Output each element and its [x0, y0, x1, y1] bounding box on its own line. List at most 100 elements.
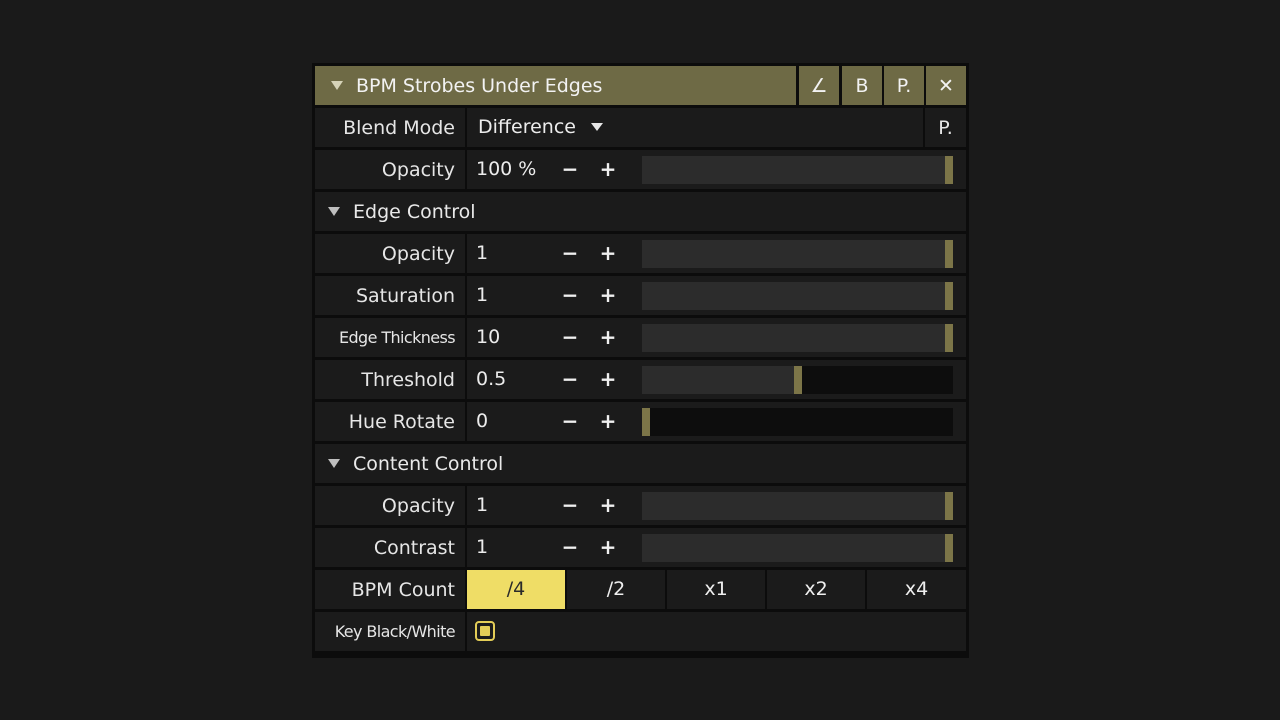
- slider-handle[interactable]: [642, 408, 650, 436]
- effect-panel: BPM Strobes Under Edges ∠ B P. ✕ Blend M…: [312, 63, 969, 658]
- saturation-minus-button[interactable]: −: [560, 276, 580, 315]
- key-bw-checkbox[interactable]: [475, 621, 495, 641]
- threshold-slider[interactable]: [642, 366, 953, 394]
- layer-opacity-plus-button[interactable]: +: [598, 150, 618, 189]
- blend-mode-value[interactable]: Difference: [478, 108, 576, 147]
- slider-fill: [642, 534, 945, 562]
- layer-opacity-slider[interactable]: [642, 156, 953, 184]
- hue-rotate-slider[interactable]: [642, 408, 953, 436]
- bpm-option-x1[interactable]: x1: [667, 570, 765, 609]
- preset-button[interactable]: P.: [884, 66, 924, 105]
- slider-fill: [642, 240, 945, 268]
- bypass-button-label: B: [855, 74, 869, 97]
- layer-opacity-label: Opacity: [315, 150, 465, 189]
- layer-opacity-control: 100 % − +: [467, 150, 966, 189]
- edge-opacity-slider[interactable]: [642, 240, 953, 268]
- blend-mode-preset-button[interactable]: P.: [925, 108, 966, 147]
- close-button[interactable]: ✕: [926, 66, 966, 105]
- edge-opacity-control: 1 − +: [467, 234, 966, 273]
- slider-handle[interactable]: [945, 492, 953, 520]
- collapse-triangle-icon[interactable]: [328, 459, 340, 468]
- key-bw-row: Key Black/White: [315, 612, 966, 651]
- edge-thickness-control: 10 − +: [467, 318, 966, 357]
- contrast-value[interactable]: 1: [476, 528, 488, 567]
- edit-icon: ∠: [810, 74, 828, 97]
- edge-thickness-row: Edge Thickness 10 − +: [315, 318, 966, 357]
- content-opacity-slider[interactable]: [642, 492, 953, 520]
- bpm-option-x4[interactable]: x4: [867, 570, 966, 609]
- contrast-slider[interactable]: [642, 534, 953, 562]
- content-opacity-row: Opacity 1 − +: [315, 486, 966, 525]
- slider-handle[interactable]: [945, 534, 953, 562]
- edge-thickness-value[interactable]: 10: [476, 318, 500, 357]
- bpm-option-div2[interactable]: /2: [567, 570, 665, 609]
- chevron-down-icon[interactable]: [591, 123, 603, 131]
- saturation-control: 1 − +: [467, 276, 966, 315]
- content-opacity-label: Opacity: [315, 486, 465, 525]
- edge-opacity-value[interactable]: 1: [476, 234, 488, 273]
- edge-control-title: Edge Control: [353, 200, 476, 223]
- hue-rotate-value[interactable]: 0: [476, 402, 488, 441]
- slider-handle[interactable]: [945, 282, 953, 310]
- bypass-button[interactable]: B: [842, 66, 882, 105]
- hue-rotate-minus-button[interactable]: −: [560, 402, 580, 441]
- threshold-control: 0.5 − +: [467, 360, 966, 399]
- edge-thickness-minus-button[interactable]: −: [560, 318, 580, 357]
- hue-rotate-plus-button[interactable]: +: [598, 402, 618, 441]
- layer-opacity-value[interactable]: 100 %: [476, 150, 536, 189]
- saturation-label: Saturation: [315, 276, 465, 315]
- slider-fill: [642, 492, 945, 520]
- edge-opacity-minus-button[interactable]: −: [560, 234, 580, 273]
- contrast-minus-button[interactable]: −: [560, 528, 580, 567]
- edge-opacity-plus-button[interactable]: +: [598, 234, 618, 273]
- slider-handle[interactable]: [794, 366, 802, 394]
- threshold-row: Threshold 0.5 − +: [315, 360, 966, 399]
- content-opacity-plus-button[interactable]: +: [598, 486, 618, 525]
- close-icon: ✕: [938, 74, 954, 97]
- key-bw-label: Key Black/White: [315, 612, 465, 651]
- effect-title: BPM Strobes Under Edges: [356, 74, 603, 97]
- saturation-plus-button[interactable]: +: [598, 276, 618, 315]
- hue-rotate-control: 0 − +: [467, 402, 966, 441]
- edit-button[interactable]: ∠: [799, 66, 839, 105]
- bpm-option-div4[interactable]: /4: [467, 570, 565, 609]
- contrast-row: Contrast 1 − +: [315, 528, 966, 567]
- content-control-title: Content Control: [353, 452, 504, 475]
- threshold-minus-button[interactable]: −: [560, 360, 580, 399]
- saturation-slider[interactable]: [642, 282, 953, 310]
- saturation-value[interactable]: 1: [476, 276, 488, 315]
- hue-rotate-row: Hue Rotate 0 − +: [315, 402, 966, 441]
- edge-opacity-row: Opacity 1 − +: [315, 234, 966, 273]
- edge-thickness-slider[interactable]: [642, 324, 953, 352]
- slider-handle[interactable]: [945, 324, 953, 352]
- content-opacity-value[interactable]: 1: [476, 486, 488, 525]
- slider-fill: [642, 324, 945, 352]
- slider-handle[interactable]: [945, 240, 953, 268]
- edge-thickness-label: Edge Thickness: [315, 318, 465, 357]
- threshold-value[interactable]: 0.5: [476, 360, 506, 399]
- key-bw-control: [467, 612, 966, 651]
- bpm-option-x2[interactable]: x2: [767, 570, 865, 609]
- effect-header-title-cell[interactable]: BPM Strobes Under Edges: [315, 66, 796, 105]
- edge-control-header[interactable]: Edge Control: [315, 192, 966, 231]
- contrast-label: Contrast: [315, 528, 465, 567]
- slider-handle[interactable]: [945, 156, 953, 184]
- preset-button-label: P.: [896, 74, 912, 97]
- blend-mode-dropdown[interactable]: Difference: [467, 108, 923, 147]
- content-opacity-minus-button[interactable]: −: [560, 486, 580, 525]
- edge-thickness-plus-button[interactable]: +: [598, 318, 618, 357]
- hue-rotate-label: Hue Rotate: [315, 402, 465, 441]
- collapse-triangle-icon[interactable]: [331, 81, 343, 90]
- threshold-plus-button[interactable]: +: [598, 360, 618, 399]
- slider-fill: [642, 156, 945, 184]
- contrast-plus-button[interactable]: +: [598, 528, 618, 567]
- blend-mode-label: Blend Mode: [315, 108, 465, 147]
- collapse-triangle-icon[interactable]: [328, 207, 340, 216]
- threshold-label: Threshold: [315, 360, 465, 399]
- content-control-header[interactable]: Content Control: [315, 444, 966, 483]
- content-opacity-control: 1 − +: [467, 486, 966, 525]
- contrast-control: 1 − +: [467, 528, 966, 567]
- layer-opacity-minus-button[interactable]: −: [560, 150, 580, 189]
- edge-opacity-label: Opacity: [315, 234, 465, 273]
- bpm-count-label: BPM Count: [315, 570, 465, 609]
